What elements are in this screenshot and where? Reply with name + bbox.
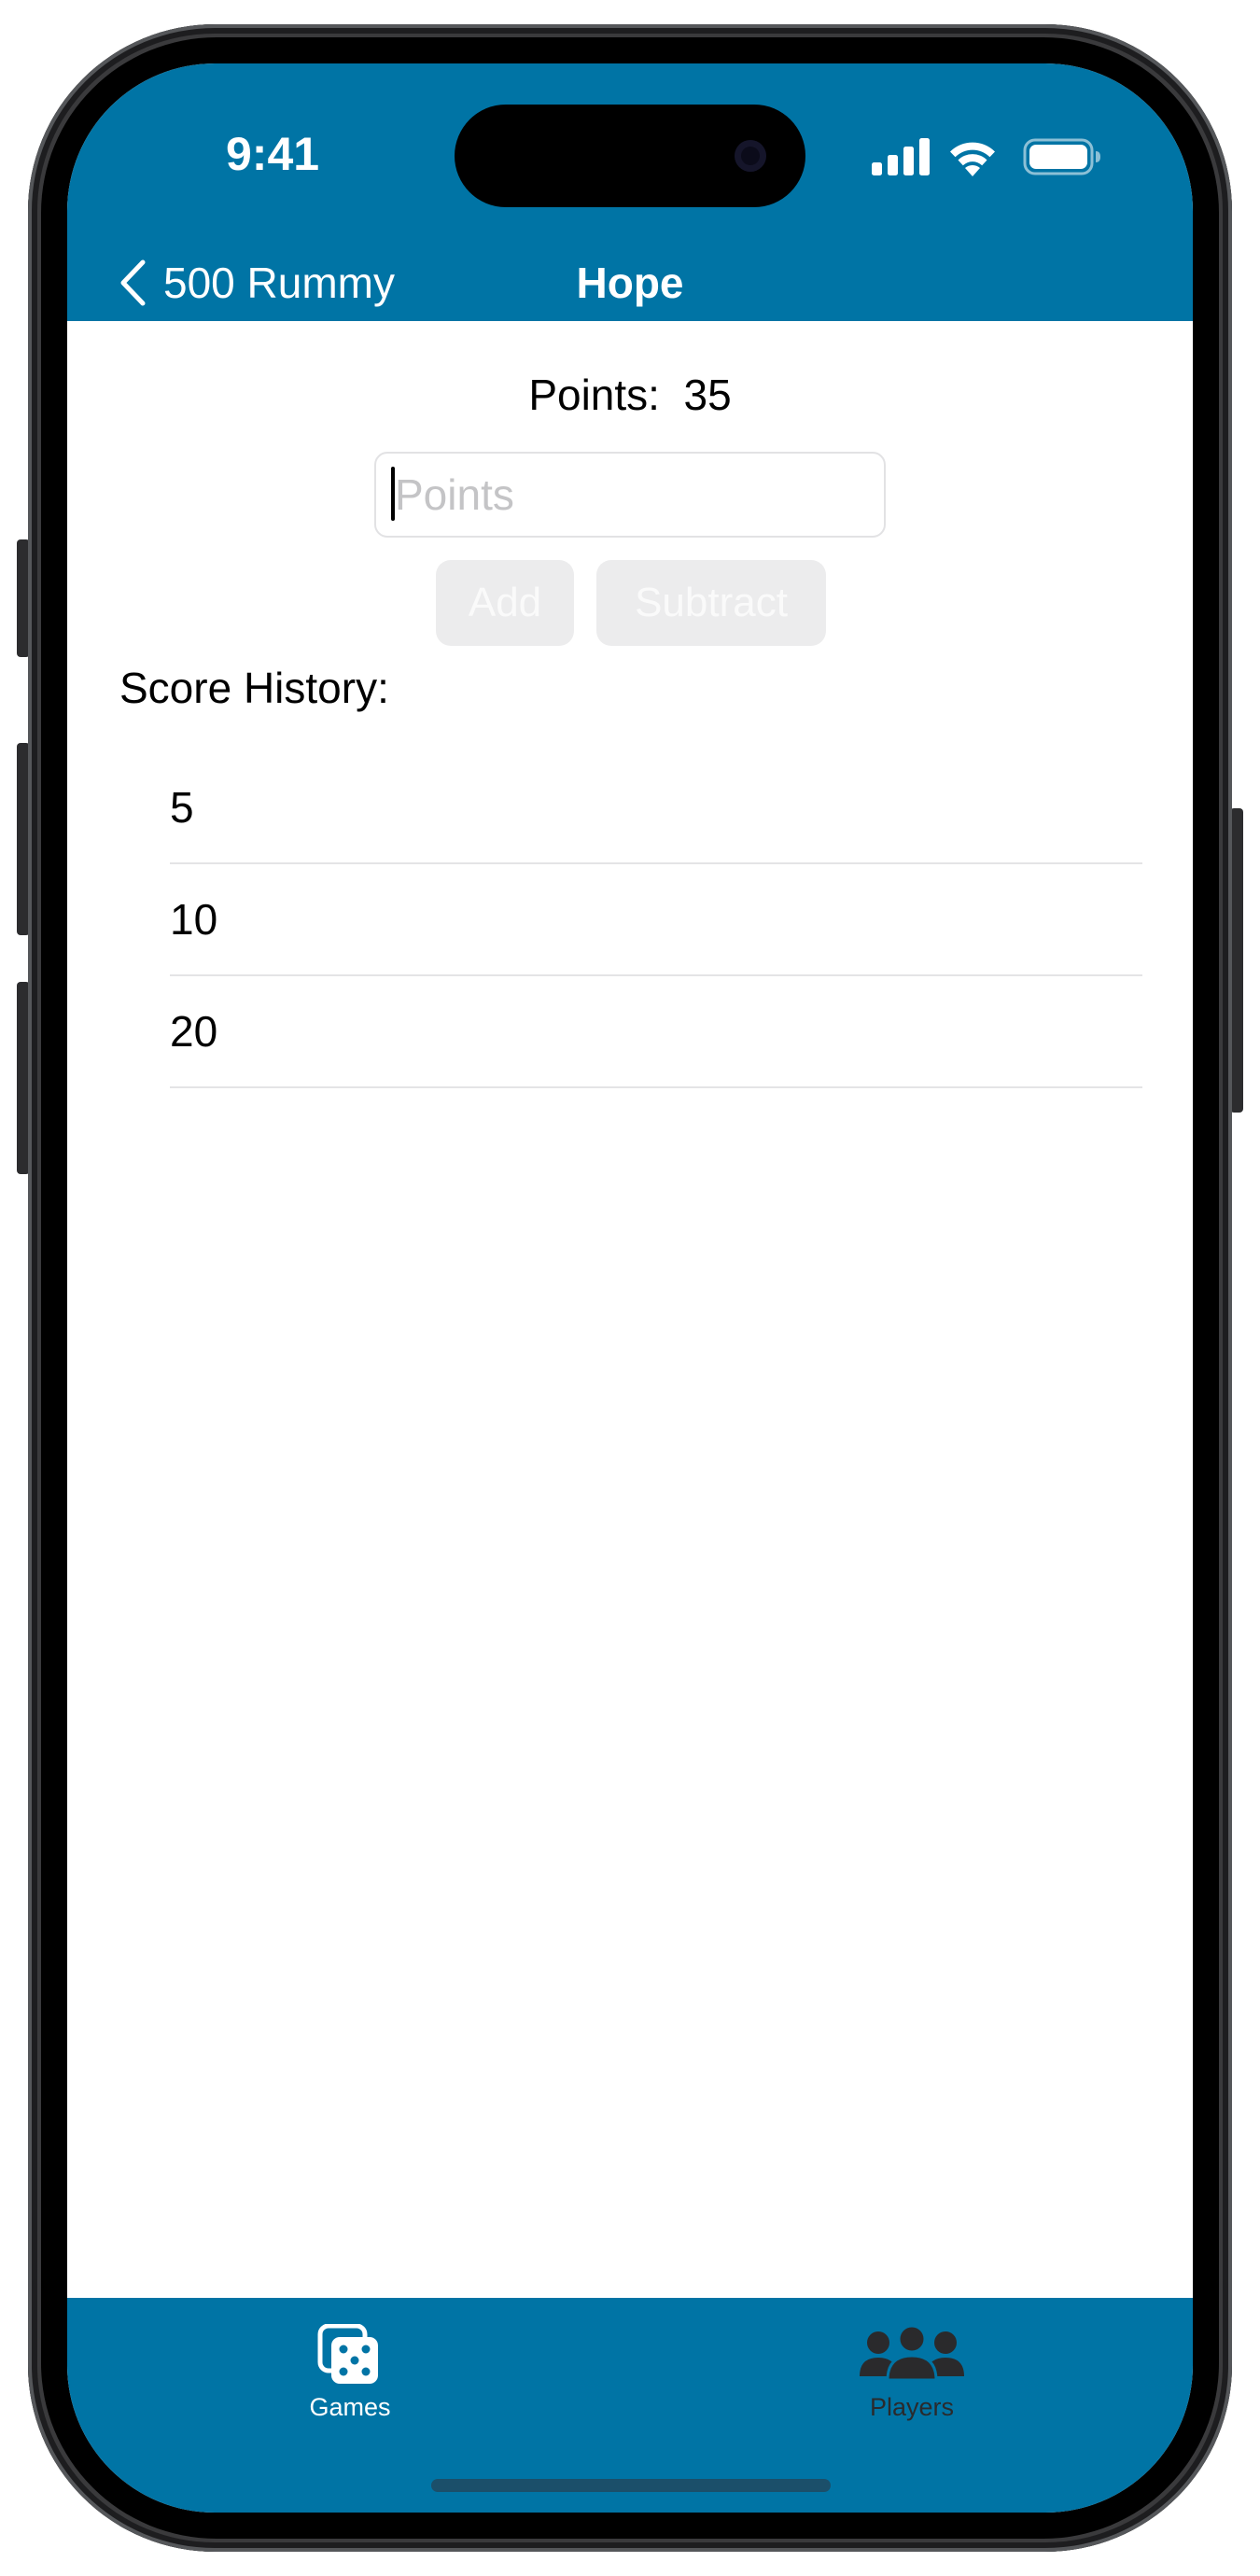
tab-games[interactable]: Games: [229, 2324, 471, 2422]
back-button-label: 500 Rummy: [163, 259, 395, 307]
battery-icon: [1023, 138, 1100, 175]
screen: 9:41 Hope 500 Rummy Points: 35 Points Ad…: [67, 63, 1193, 2513]
text-cursor: [391, 467, 395, 521]
home-indicator[interactable]: [431, 2479, 831, 2492]
people-icon: [860, 2324, 964, 2382]
status-time: 9:41: [226, 128, 320, 180]
tab-players[interactable]: Players: [791, 2324, 1033, 2422]
app-screenshot: 9:41 Hope 500 Rummy Points: 35 Points Ad…: [0, 0, 1260, 2576]
score-history-item: 10: [170, 864, 1142, 976]
score-history-item: 20: [170, 976, 1142, 1088]
score-history-list: 5 10 20: [170, 752, 1142, 1088]
tab-players-label: Players: [869, 2393, 955, 2421]
cellular-signal-icon: [872, 138, 930, 175]
add-button[interactable]: Add: [436, 560, 574, 646]
score-history-item: 5: [170, 752, 1142, 864]
status-icons: [872, 136, 1101, 177]
back-button[interactable]: 500 Rummy: [119, 241, 395, 325]
points-summary: Points: 35: [67, 370, 1193, 420]
front-camera-icon: [735, 140, 766, 172]
chevron-left-icon: [120, 259, 146, 306]
points-input[interactable]: [374, 452, 886, 538]
dice-icon: [317, 2324, 378, 2384]
wifi-icon: [950, 142, 995, 176]
subtract-button[interactable]: Subtract: [596, 560, 826, 646]
score-history-label: Score History:: [119, 664, 389, 712]
power-button: [1230, 808, 1243, 1113]
tab-games-label: Games: [309, 2393, 391, 2421]
points-label: Points:: [528, 371, 660, 419]
navigation-header: 9:41 Hope 500 Rummy: [67, 63, 1193, 321]
points-value: 35: [683, 371, 732, 419]
dynamic-island: [455, 105, 805, 207]
